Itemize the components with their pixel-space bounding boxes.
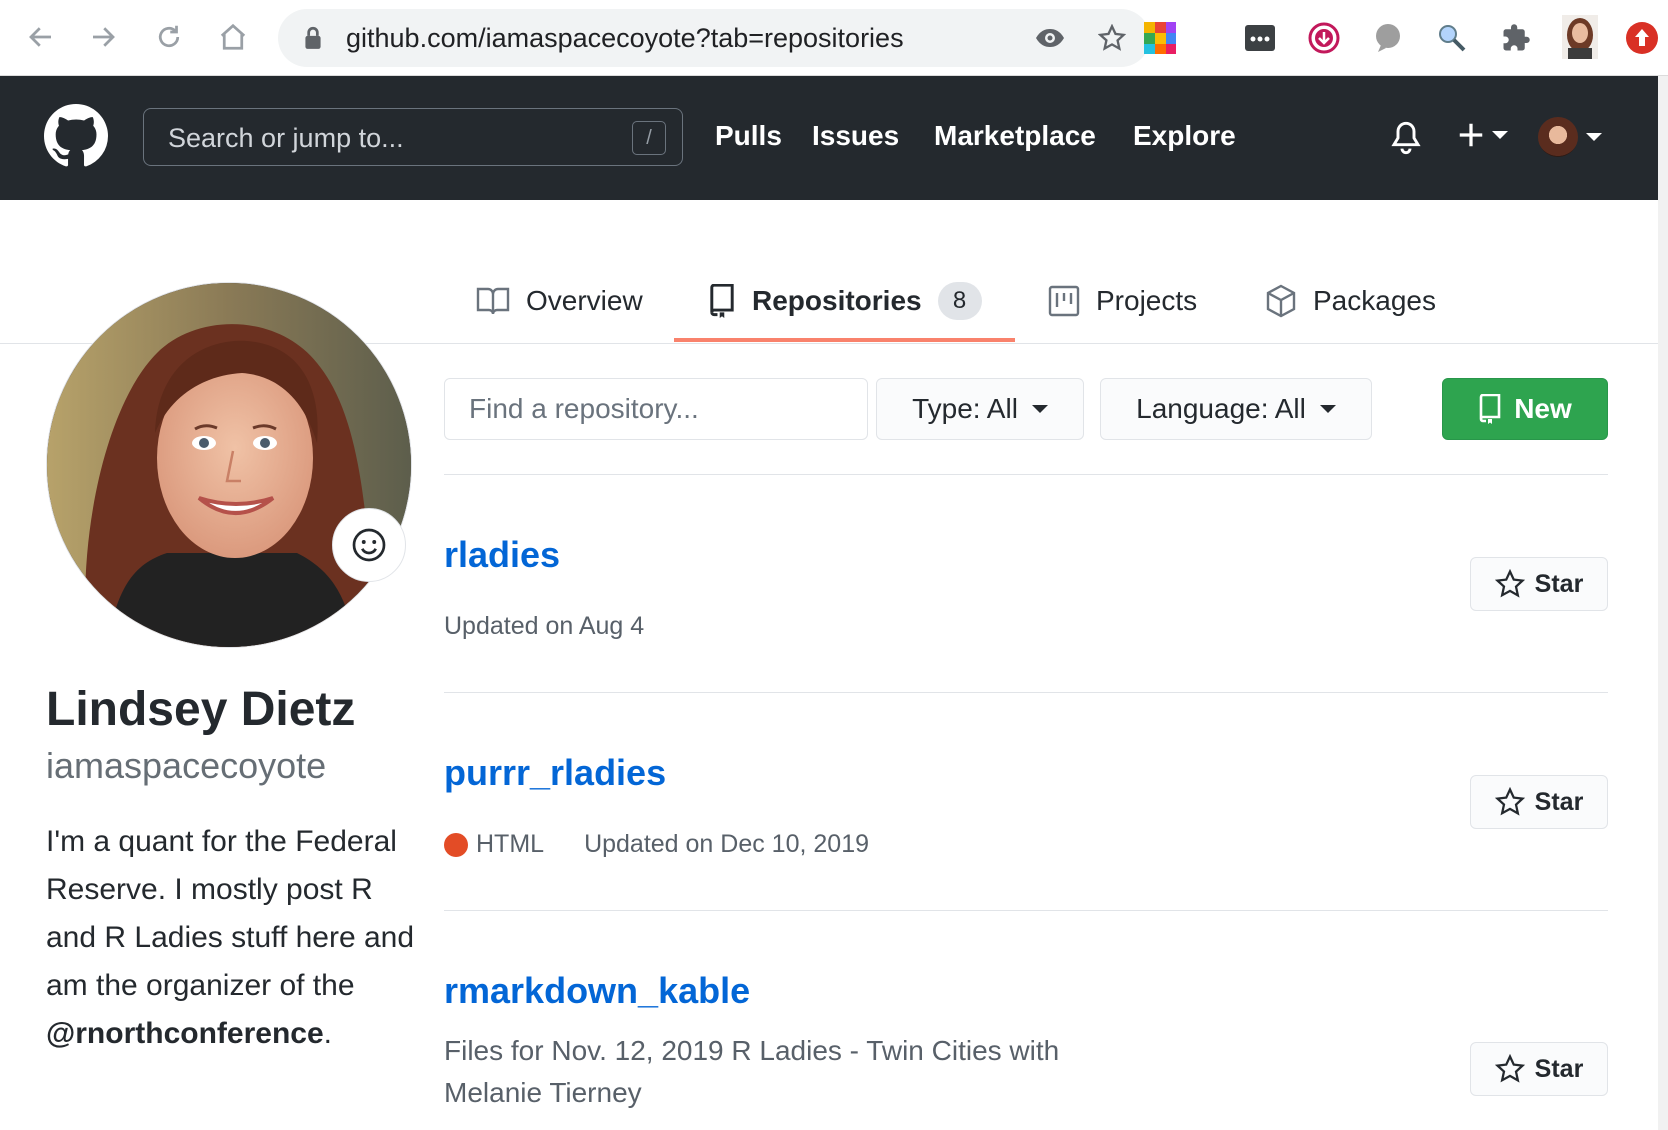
language-color-dot: [444, 832, 468, 857]
eye-icon[interactable]: [1034, 22, 1066, 54]
notifications-bell-icon[interactable]: [1390, 120, 1422, 161]
repo-name-link[interactable]: rladies: [444, 534, 560, 576]
nav-issues-link[interactable]: Issues: [812, 120, 899, 152]
list-divider: [444, 910, 1608, 911]
repo-meta: Updated on Aug 4: [444, 612, 644, 641]
profile-bio: I'm a quant for the Federal Reserve. I m…: [46, 818, 426, 1058]
tab-label: Repositories: [752, 285, 922, 316]
chevron-down-icon: [1031, 405, 1048, 413]
new-repository-button[interactable]: New: [1442, 378, 1608, 440]
create-new-dropdown[interactable]: [1456, 120, 1508, 150]
project-board-icon: [1048, 285, 1080, 317]
list-divider: [444, 692, 1608, 693]
inspector-extension-icon[interactable]: [1434, 20, 1470, 56]
star-button[interactable]: Star: [1470, 775, 1608, 829]
global-search-input[interactable]: Search or jump to... /: [143, 108, 683, 166]
home-icon: [220, 23, 246, 50]
url-text[interactable]: github.com/iamaspacecoyote?tab=repositor…: [346, 23, 904, 54]
repo-meta: HTML Updated on Dec 10, 2019: [444, 830, 869, 859]
bio-end: .: [323, 1017, 332, 1050]
search-placeholder: Search or jump to...: [168, 123, 404, 153]
profile-username: iamaspacecoyote: [46, 745, 327, 786]
reload-icon: [158, 25, 180, 48]
chevron-down-icon: [1319, 405, 1336, 413]
plus-icon: [1459, 123, 1483, 147]
profile-avatar-icon[interactable]: [1560, 14, 1600, 60]
nav-marketplace-link[interactable]: Marketplace: [934, 120, 1096, 152]
repo-updated: Updated on Dec 10, 2019: [584, 830, 869, 858]
book-icon: [476, 287, 510, 315]
star-label: Star: [1534, 787, 1584, 816]
page-scrollbar[interactable]: [1658, 76, 1668, 1130]
address-bar[interactable]: github.com/iamaspacecoyote?tab=repositor…: [278, 9, 1150, 67]
star-label: Star: [1534, 569, 1584, 598]
update-alert-icon[interactable]: [1624, 20, 1660, 56]
language-filter-select[interactable]: Language: All: [1100, 378, 1372, 440]
tab-label: Projects: [1096, 285, 1198, 316]
repo-count-badge: 8: [937, 282, 982, 320]
download-extension-icon[interactable]: [1306, 20, 1342, 56]
home-button[interactable]: [210, 14, 256, 60]
language-filter-label: Language: All: [1136, 393, 1306, 424]
password-manager-extension-icon[interactable]: [1242, 20, 1278, 56]
repo-updated: Updated on Aug 4: [444, 612, 645, 640]
type-filter-label: Type: All: [912, 393, 1018, 424]
find-repository-input[interactable]: [444, 378, 868, 440]
bio-text: I'm a quant for the Federal Reserve. I m…: [46, 825, 415, 1002]
repo-icon: [1479, 394, 1501, 424]
tab-label: Overview: [526, 285, 643, 316]
github-header: Search or jump to... / Pulls Issues Mark…: [0, 76, 1658, 200]
star-label: Star: [1534, 1054, 1584, 1083]
color-palette-extension-icon[interactable]: [1142, 20, 1178, 56]
tab-repositories[interactable]: Repositories 8: [708, 268, 982, 334]
type-filter-select[interactable]: Type: All: [876, 378, 1084, 440]
lock-icon: [302, 25, 324, 56]
reload-button[interactable]: [146, 14, 192, 60]
back-arrow-icon: [29, 27, 51, 47]
browser-toolbar: github.com/iamaspacecoyote?tab=repositor…: [0, 0, 1668, 76]
tab-projects[interactable]: Projects: [1048, 268, 1197, 334]
avatar: [1538, 117, 1578, 157]
profile-avatar[interactable]: [46, 282, 412, 648]
back-button[interactable]: [18, 14, 64, 60]
list-divider: [444, 474, 1608, 475]
package-icon: [1266, 284, 1296, 318]
star-icon: [1494, 569, 1525, 598]
tab-overview[interactable]: Overview: [476, 268, 643, 334]
user-menu-dropdown[interactable]: [1538, 117, 1602, 157]
slash-shortcut-badge: /: [632, 121, 666, 155]
repo-icon: [710, 284, 734, 318]
chevron-down-icon: [1492, 131, 1508, 139]
puzzle-extensions-icon[interactable]: [1498, 20, 1534, 56]
repo-description: Files for Nov. 12, 2019 R Ladies - Twin …: [444, 1035, 1060, 1108]
forward-button[interactable]: [80, 14, 126, 60]
tab-label: Packages: [1313, 285, 1436, 316]
repo-name-link[interactable]: rmarkdown_kable: [444, 970, 750, 1012]
repo-language: HTML: [476, 830, 545, 858]
star-button[interactable]: Star: [1470, 557, 1608, 611]
star-icon: [1494, 787, 1525, 816]
smiley-icon: [352, 528, 386, 562]
forward-arrow-icon: [93, 27, 115, 47]
profile-full-name: Lindsey Dietz: [46, 683, 356, 736]
star-button[interactable]: Star: [1470, 1042, 1608, 1096]
new-button-label: New: [1514, 393, 1572, 424]
bookmark-star-icon[interactable]: [1096, 22, 1128, 54]
repo-name-link[interactable]: purrr_rladies: [444, 752, 666, 794]
nav-pulls-link[interactable]: Pulls: [715, 120, 782, 152]
bio-mention-link[interactable]: @rnorthconference: [46, 1017, 324, 1050]
chevron-down-icon: [1586, 133, 1602, 141]
github-logo-icon[interactable]: [44, 104, 108, 173]
nav-explore-link[interactable]: Explore: [1133, 120, 1236, 152]
set-status-button[interactable]: [332, 508, 406, 582]
star-icon: [1494, 1054, 1525, 1083]
tab-packages[interactable]: Packages: [1265, 268, 1436, 334]
active-tab-indicator: [674, 338, 1015, 342]
chat-bubble-extension-icon[interactable]: [1370, 20, 1406, 56]
